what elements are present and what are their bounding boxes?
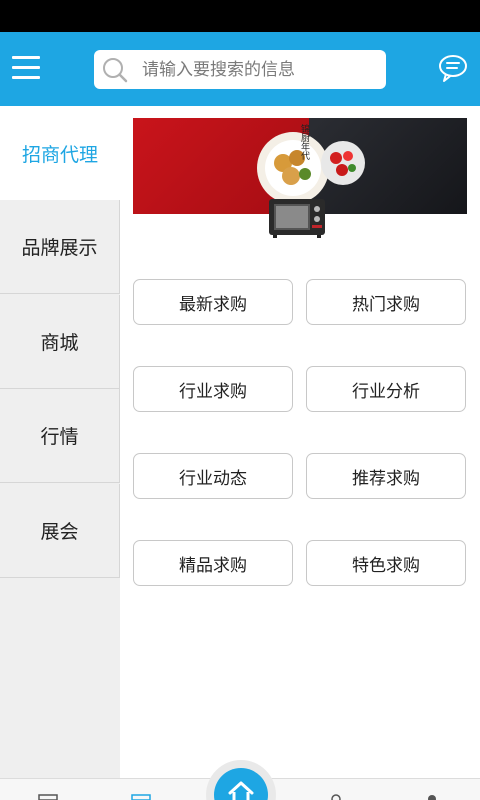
sidebar-item-brand-showcase[interactable]: 品牌展示 [0, 200, 120, 294]
sidebar-item-mall[interactable]: 商城 [0, 295, 120, 389]
category-industry-news[interactable]: 行业动态 [133, 453, 293, 499]
sidebar-item-market[interactable]: 行情 [0, 389, 120, 483]
category-industry-purchase[interactable]: 行业求购 [133, 366, 293, 412]
search-box[interactable] [94, 50, 386, 89]
search-icon [103, 58, 128, 83]
oven-image [269, 199, 325, 238]
status-bar [0, 0, 480, 32]
menu-icon[interactable] [12, 54, 40, 82]
sidebar: 招商代理 品牌展示 商城 行情 展会 [0, 106, 120, 778]
category-latest-purchase[interactable]: 最新求购 [133, 279, 293, 325]
sidebar-item-investment-agency[interactable]: 招商代理 [0, 106, 120, 200]
category-premium-purchase[interactable]: 精品求购 [133, 540, 293, 586]
tab-category-icon[interactable] [131, 794, 151, 800]
category-industry-analysis[interactable]: 行业分析 [306, 366, 466, 412]
home-button[interactable] [206, 760, 276, 800]
category-recommended-purchase[interactable]: 推荐求购 [306, 453, 466, 499]
search-input[interactable] [142, 50, 378, 89]
sidebar-item-exhibition[interactable]: 展会 [0, 484, 120, 578]
home-icon [228, 781, 254, 800]
banner-brand-text: 锦厨年代 [299, 124, 309, 160]
category-hot-purchase[interactable]: 热门求购 [306, 279, 466, 325]
tab-more-icon[interactable] [422, 794, 442, 800]
tab-user-icon[interactable] [326, 794, 346, 800]
tab-list-icon[interactable] [38, 794, 58, 800]
top-bar [0, 32, 480, 106]
chat-icon[interactable] [437, 52, 469, 84]
tomato-bowl-image [321, 141, 365, 185]
category-special-purchase[interactable]: 特色求购 [306, 540, 466, 586]
